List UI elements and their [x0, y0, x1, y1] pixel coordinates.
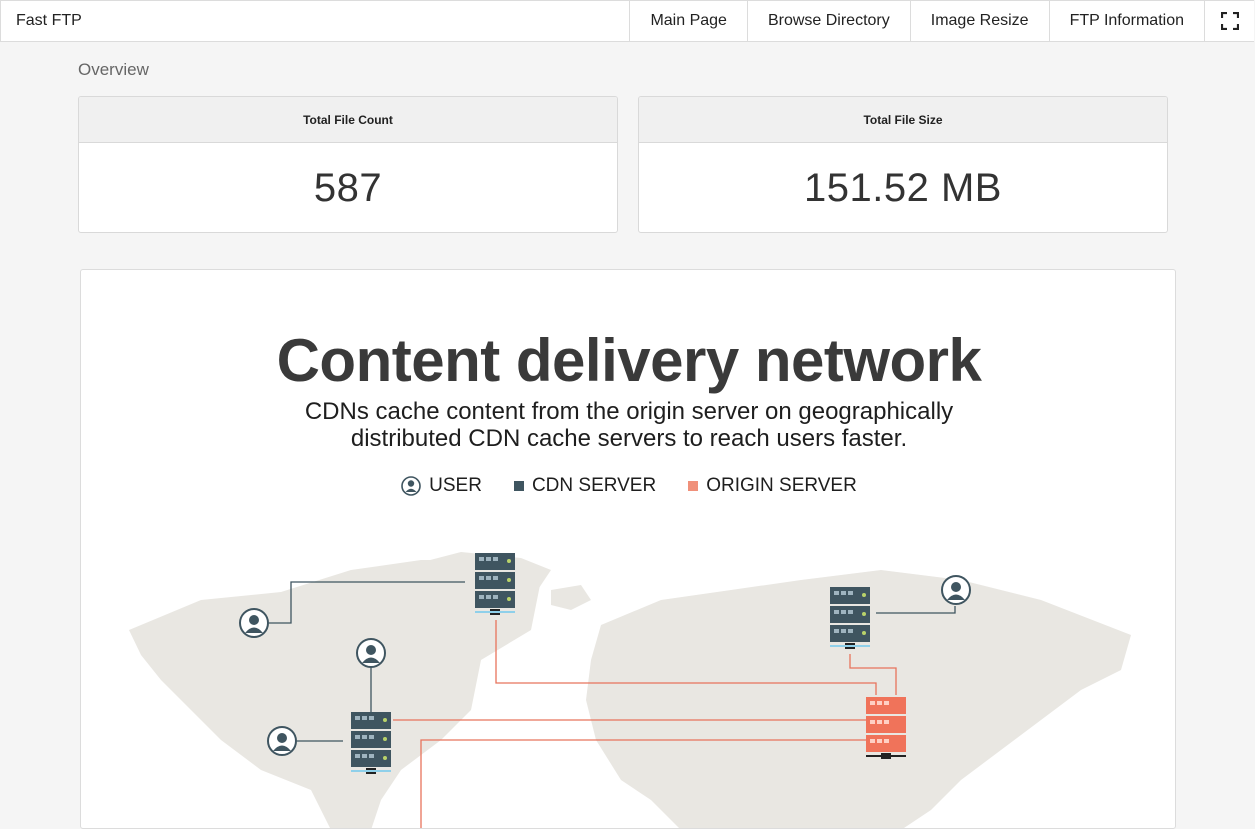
legend-label: USER — [429, 475, 482, 496]
card-value: 151.52 MB — [804, 165, 1002, 210]
total-file-count-card: Total File Count 587 — [78, 96, 618, 233]
nav-menu: Main Page Browse Directory Image Resize … — [629, 1, 1254, 41]
infographic-title: Content delivery network — [276, 327, 982, 394]
cdn-server-icon — [830, 587, 870, 649]
nav-image-resize[interactable]: Image Resize — [909, 1, 1049, 41]
user-icon — [239, 608, 269, 638]
user-icon — [401, 476, 421, 496]
world-map-diagram — [129, 552, 1131, 828]
user-icon — [941, 575, 971, 605]
cdn-server-icon — [475, 553, 515, 615]
origin-server-swatch — [688, 481, 699, 491]
legend-origin-server: ORIGIN SERVER — [688, 475, 857, 497]
fullscreen-icon — [1220, 12, 1239, 30]
legend-label: CDN SERVER — [531, 475, 657, 496]
total-file-size-card: Total File Size 151.52 MB — [638, 96, 1168, 233]
infographic-legend: USER CDN SERVER ORIGIN SERVER — [81, 475, 1175, 497]
nav-browse-directory[interactable]: Browse Directory — [746, 1, 910, 41]
fullscreen-button[interactable] — [1204, 1, 1254, 41]
app-brand[interactable]: Fast FTP — [1, 1, 629, 41]
map-land — [129, 552, 1131, 828]
card-label: Total File Size — [639, 97, 1167, 143]
user-icon — [267, 726, 297, 756]
user-icon — [356, 638, 386, 668]
subtitle-line: CDNs cache content from the origin serve… — [304, 398, 954, 425]
cdn-server-swatch — [513, 481, 524, 491]
card-label: Total File Count — [79, 97, 617, 143]
legend-user: USER — [401, 475, 482, 497]
cdn-infographic-panel: Content delivery network CDNs cache cont… — [80, 269, 1176, 829]
card-value: 587 — [313, 165, 383, 210]
origin-server-icon — [866, 697, 906, 759]
top-navbar: Fast FTP Main Page Browse Directory Imag… — [0, 0, 1254, 42]
legend-label: ORIGIN SERVER — [706, 475, 857, 496]
cdn-server-icon — [351, 712, 391, 774]
nav-main-page[interactable]: Main Page — [629, 1, 747, 41]
overview-title: Overview — [78, 60, 149, 79]
infographic-subtitle: CDNs cache content from the origin serve… — [81, 398, 1175, 452]
nav-ftp-information[interactable]: FTP Information — [1048, 1, 1204, 41]
subtitle-line: distributed CDN cache servers to reach u… — [350, 425, 908, 452]
legend-cdn-server: CDN SERVER — [513, 475, 657, 497]
